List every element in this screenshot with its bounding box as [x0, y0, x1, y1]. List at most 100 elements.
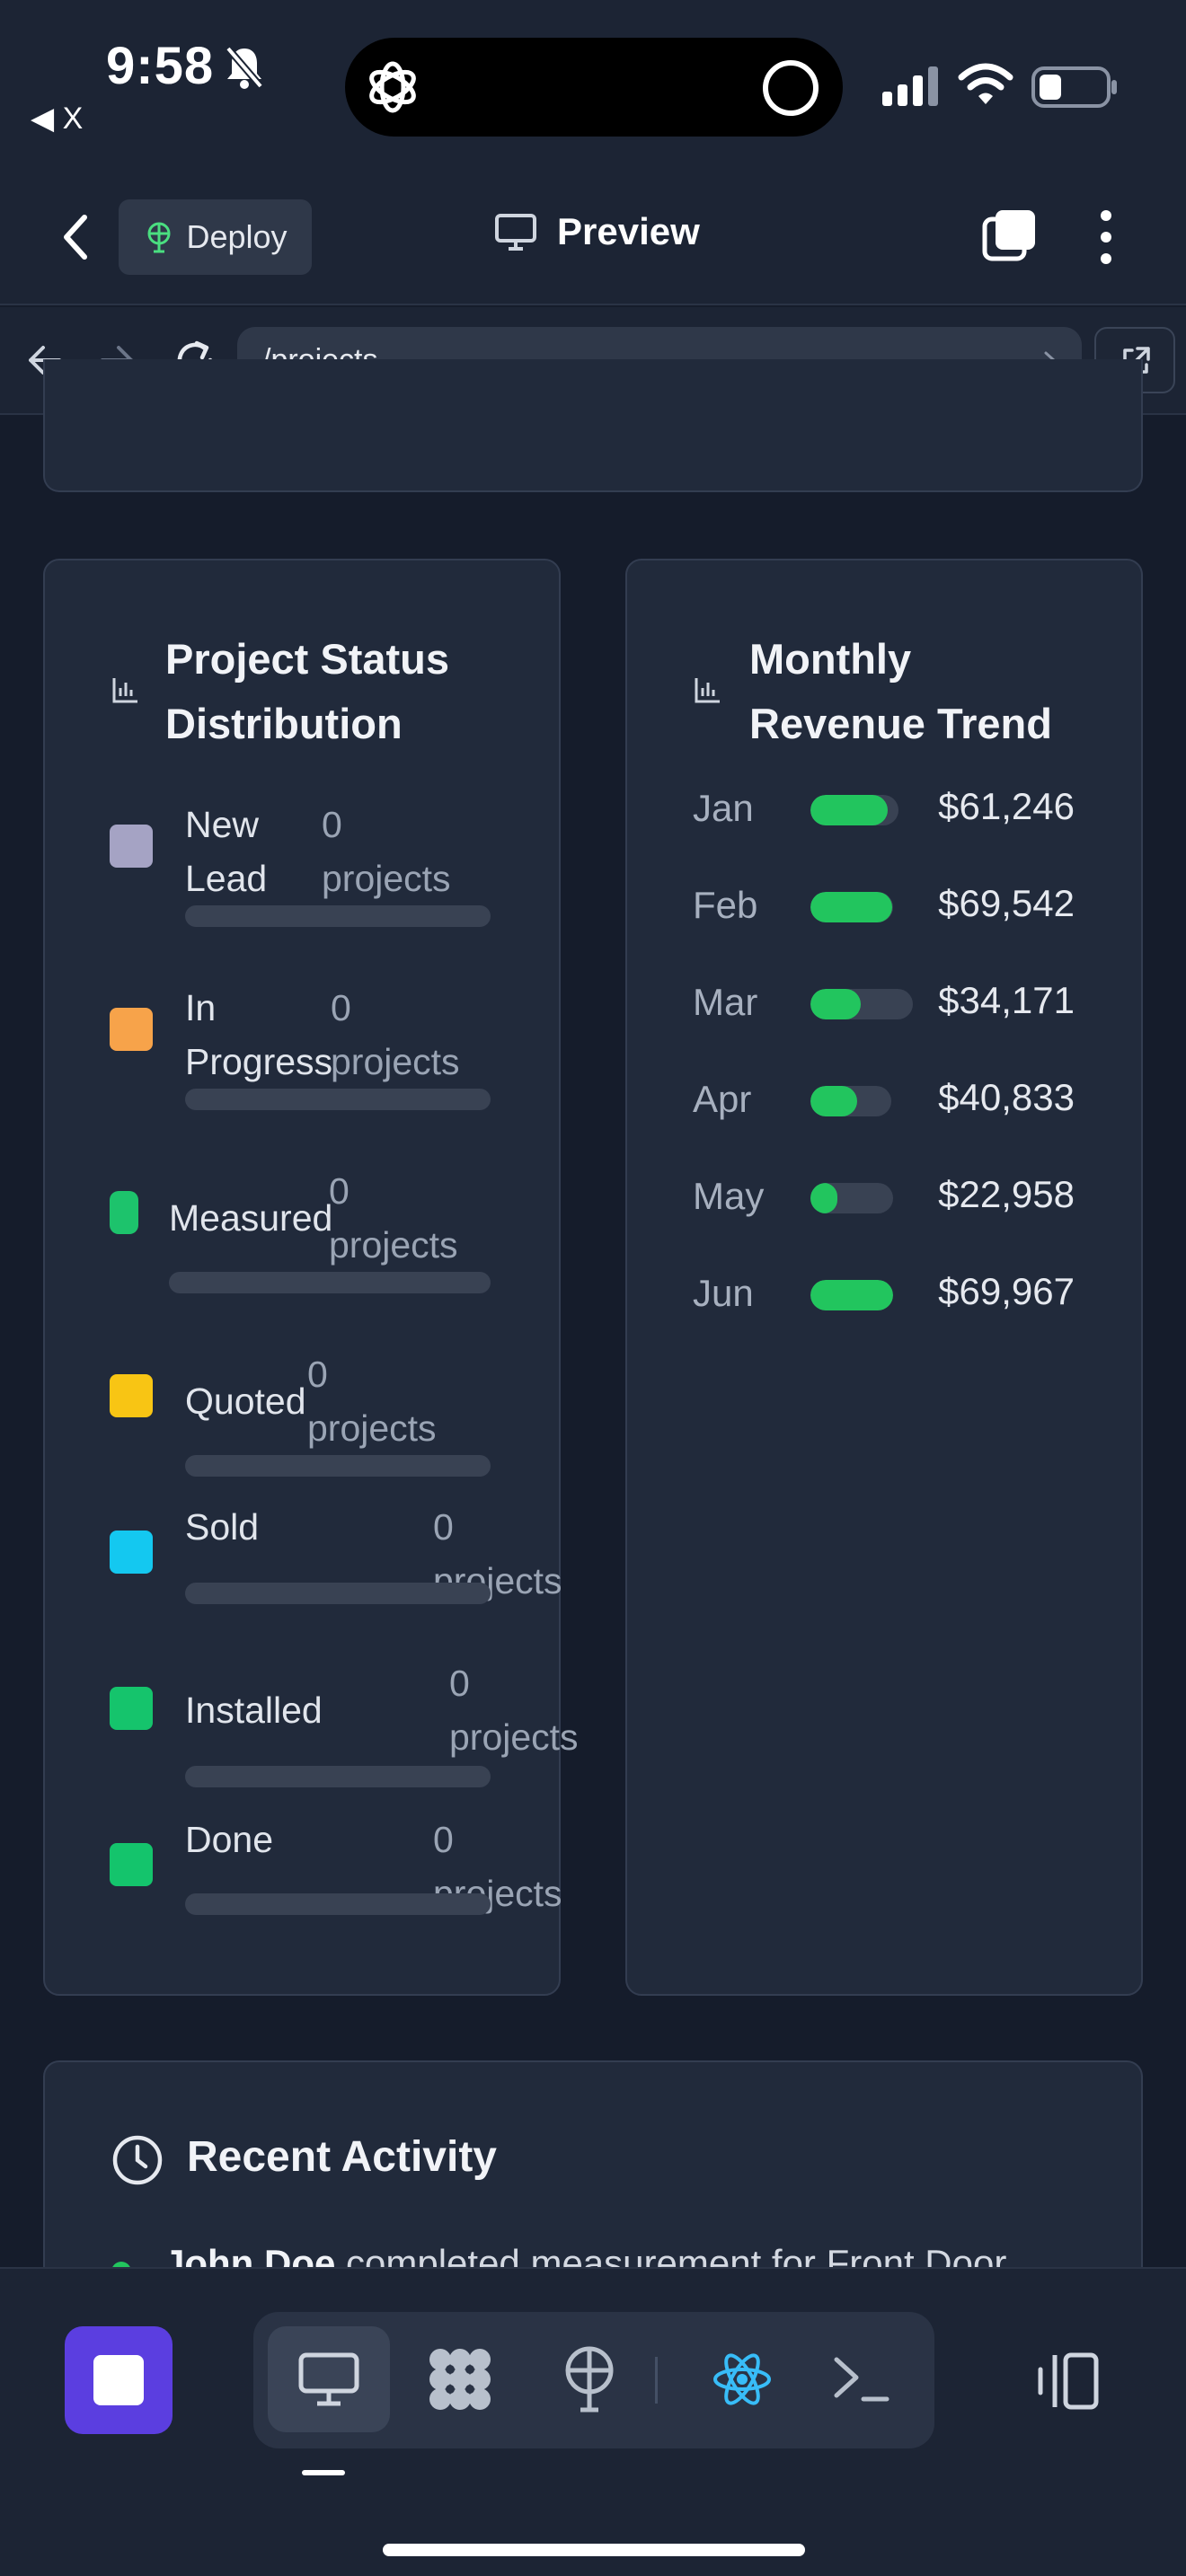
tab-preview[interactable] [268, 2326, 390, 2432]
tab-react[interactable] [681, 2326, 803, 2432]
revenue-month: Jan [693, 787, 754, 829]
status-progress-track [185, 905, 491, 927]
revenue-bar [810, 892, 893, 922]
status-progress-track [185, 1583, 491, 1604]
revenue-amount: $40,833 [938, 1076, 1075, 1118]
status-count: 0 projects [322, 804, 451, 899]
status-color-swatch [110, 1687, 153, 1730]
status-color-swatch [110, 1008, 153, 1051]
monitor-icon [298, 2352, 359, 2406]
revenue-title-line1: Monthly [749, 635, 912, 683]
bottom-toolbar [0, 2267, 1186, 2576]
status-color-swatch [110, 825, 153, 868]
revenue-amount: $61,246 [938, 785, 1075, 827]
stop-button[interactable] [65, 2326, 173, 2434]
activity-ring-icon [763, 60, 819, 116]
status-count: 0 projects [329, 1170, 458, 1266]
clock-icon [112, 2135, 163, 2185]
tab-deploy[interactable] [528, 2326, 651, 2432]
revenue-bar-track [810, 1086, 891, 1116]
react-icon [713, 2353, 771, 2405]
bar-chart-icon [112, 678, 137, 703]
revenue-bar-track [810, 795, 898, 825]
active-tab-indicator [302, 2470, 345, 2475]
status-count: 0 projects [449, 1663, 579, 1758]
deploy-label: Deploy [186, 218, 288, 255]
revenue-month: Apr [693, 1078, 752, 1120]
status-color-swatch [110, 1374, 153, 1417]
status-label: In Progress [185, 987, 333, 1082]
revenue-bar [810, 1280, 893, 1310]
tab-terminal[interactable] [800, 2326, 922, 2432]
revenue-month: Mar [693, 981, 758, 1023]
apps-grid-icon [429, 2349, 491, 2410]
status-card-title: Project Status Distribution [165, 627, 449, 756]
clock: 9:58 [106, 37, 215, 95]
back-to-app-link[interactable]: ◀ X [31, 101, 83, 137]
revenue-bar [810, 795, 888, 825]
status-color-swatch [110, 1191, 138, 1234]
previous-card [43, 359, 1143, 492]
signal-icon [882, 66, 938, 106]
bar-chart-icon [695, 678, 720, 703]
deploy-globe-icon [147, 222, 171, 253]
status-color-swatch [110, 1531, 153, 1574]
status-progress-track [185, 1893, 491, 1915]
revenue-month: Feb [693, 884, 758, 926]
status-progress-track [185, 1455, 491, 1477]
back-chevron-icon[interactable] [58, 212, 93, 262]
revenue-bar-track [810, 1280, 893, 1310]
stop-icon [93, 2355, 144, 2405]
revenue-amount: $34,171 [938, 979, 1075, 1021]
status-label: Measured [169, 1197, 333, 1239]
status-label: New Lead [185, 804, 268, 899]
status-label: Done [185, 1819, 274, 1860]
status-title-line2: Distribution [165, 700, 403, 747]
preview-header: Deploy Preview [0, 171, 1186, 305]
status-title-line1: Project Status [165, 635, 450, 683]
more-options-icon[interactable] [1093, 207, 1120, 268]
deploy-globe-icon [565, 2346, 614, 2413]
revenue-bar-track [810, 1183, 893, 1213]
revenue-month: May [693, 1175, 765, 1217]
status-progress-track [185, 1766, 491, 1787]
revenue-title-line2: Revenue Trend [749, 700, 1052, 747]
wifi-icon [958, 63, 1013, 104]
revenue-bar-track [810, 892, 893, 922]
chatgpt-logo-icon [369, 61, 416, 113]
battery-icon [1031, 66, 1117, 108]
monitor-icon [495, 214, 536, 251]
status-label: Sold [185, 1506, 260, 1548]
tabs-icon[interactable] [981, 207, 1039, 264]
status-count: 0 projects [307, 1354, 437, 1449]
recent-activity-title: Recent Activity [187, 2133, 497, 2181]
preview-label: Preview [557, 210, 700, 252]
bell-muted-icon [225, 46, 264, 89]
status-label: Quoted [185, 1381, 306, 1422]
revenue-bar [810, 1183, 838, 1213]
revenue-amount: $69,542 [938, 882, 1075, 924]
status-progress-track [169, 1272, 491, 1293]
revenue-bar-track [810, 989, 913, 1019]
view-switcher [253, 2312, 934, 2448]
split-view-icon[interactable] [1033, 2350, 1102, 2413]
terminal-icon [834, 2357, 890, 2402]
revenue-bar [810, 989, 861, 1019]
status-color-swatch [110, 1843, 153, 1886]
preview-title: Preview [494, 210, 700, 253]
toolbar-divider [655, 2357, 658, 2404]
deploy-button[interactable]: Deploy [119, 199, 312, 275]
status-progress-track [185, 1089, 491, 1110]
revenue-amount: $69,967 [938, 1270, 1075, 1312]
revenue-amount: $22,958 [938, 1173, 1075, 1215]
status-count: 0 projects [331, 987, 460, 1082]
revenue-card-title: Monthly Revenue Trend [749, 627, 1052, 756]
revenue-month: Jun [693, 1272, 754, 1314]
status-label: Installed [185, 1689, 323, 1731]
project-status-card: Project Status Distribution New Lead 0 proj… [43, 559, 579, 1996]
home-indicator [383, 2544, 805, 2556]
status-bar: 9:58 ◀ X [0, 0, 1186, 171]
revenue-bar [810, 1086, 858, 1116]
tab-workspace[interactable] [399, 2326, 521, 2432]
dynamic-island [345, 38, 843, 137]
